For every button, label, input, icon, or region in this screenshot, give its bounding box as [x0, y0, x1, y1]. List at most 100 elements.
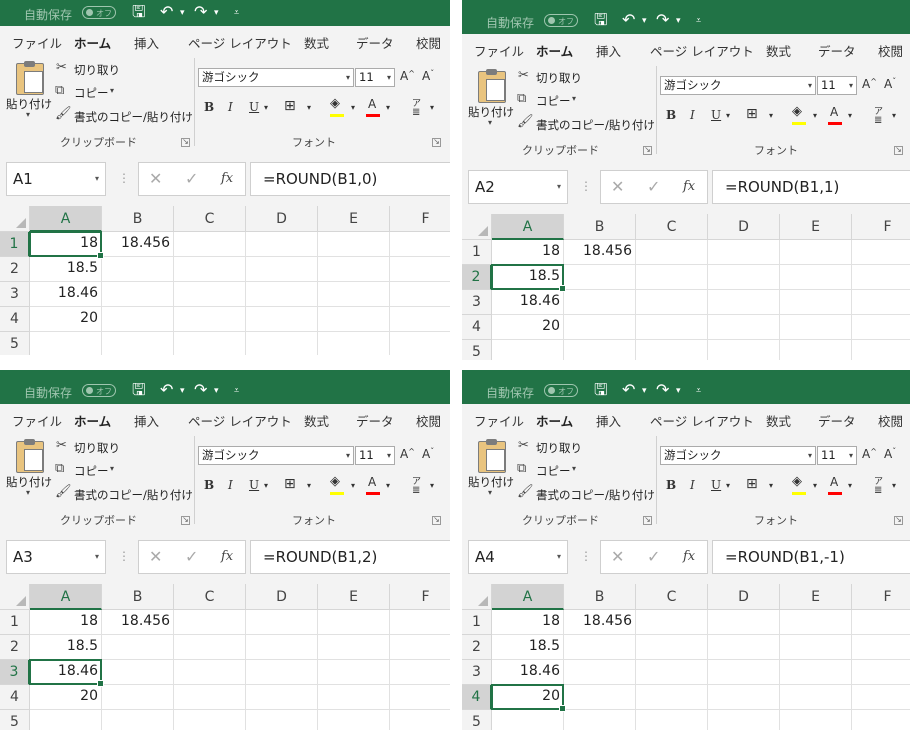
paste-icon[interactable] — [16, 439, 44, 473]
name-box[interactable]: A4 ▾ — [468, 540, 568, 574]
formula-bar-splitter[interactable]: ⋮ — [580, 549, 592, 563]
grow-font-button[interactable]: A^ — [400, 447, 415, 461]
underline-button[interactable]: U — [711, 108, 721, 122]
row-header-5[interactable]: 5 — [462, 340, 492, 360]
row-header-2[interactable]: 2 — [0, 257, 30, 282]
column-header-E[interactable]: E — [318, 206, 390, 232]
cell-A4[interactable]: 20 — [492, 315, 564, 340]
underline-button[interactable]: U — [249, 100, 259, 114]
tab-5[interactable]: データ — [356, 411, 394, 430]
cell-A5[interactable] — [30, 710, 102, 730]
tab-3[interactable]: ページ レイアウト — [188, 411, 292, 430]
borders-icon[interactable]: ⊞ — [746, 476, 758, 492]
cell-A3[interactable]: 18.46 — [30, 282, 102, 307]
cell-B1[interactable]: 18.456 — [564, 240, 636, 265]
row-header-2[interactable]: 2 — [462, 265, 492, 290]
cell-C3[interactable] — [174, 660, 246, 685]
cell-E5[interactable] — [780, 710, 852, 730]
cancel-icon[interactable]: ✕ — [611, 177, 624, 196]
underline-button[interactable]: U — [711, 478, 721, 492]
cell-F1[interactable] — [852, 610, 910, 635]
font-name-combobox[interactable]: 游ゴシック ▾ — [660, 446, 816, 465]
cell-D2[interactable] — [708, 265, 780, 290]
formula-input[interactable]: =ROUND(B1,0) — [250, 162, 450, 196]
cell-C1[interactable] — [636, 240, 708, 265]
font-launcher-icon[interactable]: ↘ — [894, 516, 903, 525]
cell-E5[interactable] — [780, 340, 852, 360]
font-size-dropdown-icon[interactable]: ▾ — [387, 69, 391, 86]
enter-icon[interactable]: ✓ — [647, 547, 660, 566]
tab-0[interactable]: ファイル — [12, 411, 62, 430]
cell-F4[interactable] — [852, 315, 910, 340]
column-header-B[interactable]: B — [564, 584, 636, 610]
cell-B5[interactable] — [564, 710, 636, 730]
tab-4[interactable]: 数式 — [304, 33, 329, 52]
font-color-dropdown-icon[interactable]: ▾ — [386, 103, 390, 112]
cell-C5[interactable] — [636, 710, 708, 730]
cell-B4[interactable] — [564, 315, 636, 340]
cell-C5[interactable] — [174, 332, 246, 355]
font-name-dropdown-icon[interactable]: ▾ — [808, 447, 812, 464]
format-painter-button[interactable]: 書式のコピー/貼り付け — [536, 487, 655, 503]
format-painter-button[interactable]: 書式のコピー/貼り付け — [74, 487, 193, 503]
copy-dropdown-icon[interactable]: ▾ — [572, 94, 576, 103]
tab-1[interactable]: ホーム — [536, 411, 574, 436]
copy-icon[interactable]: ⧉ — [55, 461, 64, 476]
cell-C3[interactable] — [636, 660, 708, 685]
formula-bar-splitter[interactable]: ⋮ — [118, 171, 130, 185]
shrink-font-button[interactable]: Aˇ — [422, 447, 434, 461]
tab-0[interactable]: ファイル — [12, 33, 62, 52]
column-header-B[interactable]: B — [102, 584, 174, 610]
format-painter-icon[interactable]: 🖌 — [55, 484, 72, 499]
cell-D3[interactable] — [246, 282, 318, 307]
cell-F5[interactable] — [852, 340, 910, 360]
cell-C4[interactable] — [636, 685, 708, 710]
font-launcher-icon[interactable]: ↘ — [894, 146, 903, 155]
cell-F2[interactable] — [390, 635, 450, 660]
cell-F1[interactable] — [390, 610, 450, 635]
paste-icon[interactable] — [478, 69, 506, 103]
phonetic-dropdown-icon[interactable]: ▾ — [430, 481, 434, 490]
cell-D2[interactable] — [246, 635, 318, 660]
cell-E2[interactable] — [780, 635, 852, 660]
row-header-1[interactable]: 1 — [0, 610, 30, 635]
row-header-4[interactable]: 4 — [0, 685, 30, 710]
cell-E3[interactable] — [780, 290, 852, 315]
enter-icon[interactable]: ✓ — [185, 547, 198, 566]
clipboard-launcher-icon[interactable]: ↘ — [181, 516, 190, 525]
tab-1[interactable]: ホーム — [74, 33, 112, 58]
cell-D2[interactable] — [246, 257, 318, 282]
borders-dropdown-icon[interactable]: ▾ — [307, 481, 311, 490]
name-box[interactable]: A2 ▾ — [468, 170, 568, 204]
clipboard-launcher-icon[interactable]: ↘ — [643, 516, 652, 525]
cell-C4[interactable] — [174, 685, 246, 710]
tab-4[interactable]: 数式 — [766, 411, 791, 430]
cell-D1[interactable] — [708, 610, 780, 635]
fill-color-dropdown-icon[interactable]: ▾ — [813, 111, 817, 120]
cell-A4[interactable]: 20 — [492, 685, 564, 710]
autosave-toggle[interactable]: オフ — [82, 6, 116, 19]
underline-dropdown-icon[interactable]: ▾ — [264, 481, 268, 490]
tab-2[interactable]: 挿入 — [596, 41, 621, 60]
cell-F2[interactable] — [852, 265, 910, 290]
cell-D2[interactable] — [708, 635, 780, 660]
cell-D1[interactable] — [246, 232, 318, 257]
cell-B4[interactable] — [102, 307, 174, 332]
name-box-dropdown-icon[interactable]: ▾ — [557, 171, 561, 203]
undo-icon[interactable]: ↶ — [622, 380, 635, 400]
save-icon[interactable]: 🖫 — [594, 380, 608, 400]
cell-F5[interactable] — [390, 710, 450, 730]
cell-A5[interactable] — [492, 710, 564, 730]
cut-button[interactable]: 切り取り — [74, 440, 120, 456]
autosave-toggle[interactable]: オフ — [544, 14, 578, 27]
undo-dropdown-icon[interactable]: ▾ — [642, 16, 647, 26]
cell-D3[interactable] — [246, 660, 318, 685]
name-box[interactable]: A1 ▾ — [6, 162, 106, 196]
cell-B2[interactable] — [102, 635, 174, 660]
underline-button[interactable]: U — [249, 478, 259, 492]
tab-1[interactable]: ホーム — [536, 41, 574, 66]
tab-6[interactable]: 校閲 — [416, 411, 441, 430]
copy-dropdown-icon[interactable]: ▾ — [110, 86, 114, 95]
column-header-E[interactable]: E — [318, 584, 390, 610]
cut-button[interactable]: 切り取り — [536, 440, 582, 456]
